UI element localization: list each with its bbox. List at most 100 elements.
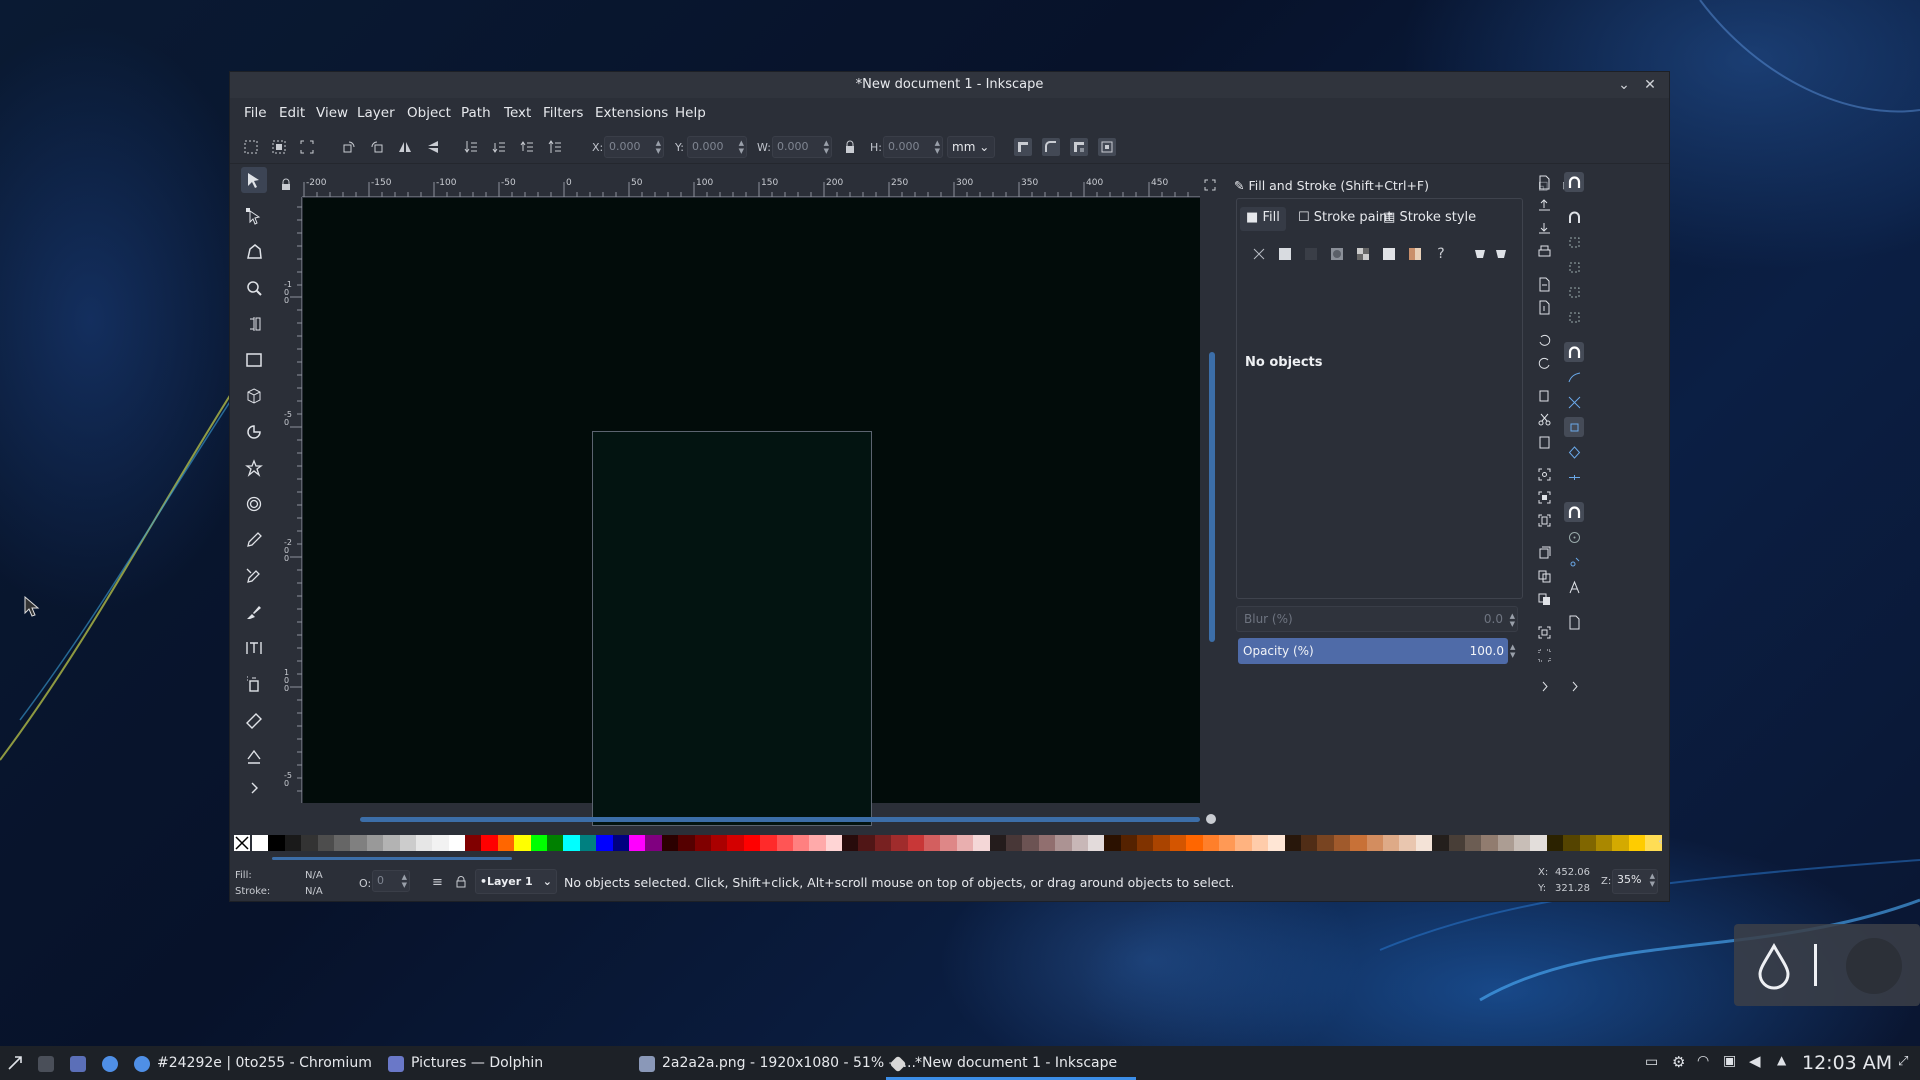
unit-select[interactable]: mm ⌄ [947, 136, 995, 158]
app-launcher-icon[interactable] [7, 1055, 23, 1071]
palette-swatch[interactable] [776, 835, 793, 851]
palette-swatch[interactable] [1579, 835, 1597, 851]
close-button[interactable]: ✕ [1639, 72, 1661, 98]
move-gradients-icon[interactable] [1070, 138, 1088, 156]
show-desktop-icon[interactable]: ⤢ [1898, 1054, 1908, 1069]
measure-tool[interactable] [241, 311, 267, 337]
unset-paint-icon[interactable]: ? [1432, 245, 1450, 263]
palette-swatch[interactable] [1251, 835, 1269, 851]
scrollbar-corner-handle[interactable] [1206, 814, 1216, 824]
widget-circle[interactable] [1846, 938, 1902, 994]
zoom-tool[interactable] [241, 275, 267, 301]
select-all-icon[interactable] [242, 138, 260, 156]
palette-swatch[interactable] [1596, 835, 1613, 851]
snap-bbox-edges-icon[interactable] [1564, 232, 1584, 252]
move-patterns-icon[interactable] [1098, 138, 1116, 156]
palette-swatch[interactable] [1317, 835, 1334, 851]
paste-icon[interactable] [1534, 432, 1554, 452]
palette-swatch[interactable] [1350, 835, 1367, 851]
palette-swatch[interactable] [1366, 835, 1383, 851]
fill-rule-evenodd-icon[interactable] [1471, 245, 1489, 263]
snap-cusp-nodes-icon[interactable] [1564, 417, 1584, 437]
palette-swatch[interactable] [1464, 835, 1482, 851]
palette-swatch[interactable] [350, 835, 367, 851]
menu-filters[interactable]: Filters [543, 105, 583, 121]
snap-bbox-corners-icon[interactable] [1564, 257, 1584, 277]
vertical-scrollbar[interactable] [1209, 352, 1215, 642]
horizontal-scrollbar[interactable] [360, 817, 1200, 822]
palette-swatch[interactable] [1087, 835, 1105, 851]
undo-icon[interactable] [1534, 330, 1554, 350]
x-field[interactable]: 0.000 ▲ ▼ [604, 136, 664, 158]
guide-lock-icon[interactable] [280, 178, 292, 192]
palette-swatch[interactable] [989, 835, 1006, 851]
palette-swatch[interactable] [645, 835, 662, 851]
palette-swatch[interactable] [907, 835, 925, 851]
snap-nodes-magnet-icon[interactable] [1564, 342, 1584, 362]
swatch-icon[interactable] [1406, 245, 1424, 263]
palette-swatch[interactable] [1038, 835, 1056, 851]
tray-expand-icon[interactable]: ▲ [1777, 1053, 1786, 1067]
palette-swatch[interactable] [792, 835, 810, 851]
palette-swatch[interactable] [579, 835, 597, 851]
raise-icon[interactable] [518, 138, 536, 156]
snap-text-baseline-icon[interactable] [1564, 577, 1584, 597]
text-tool[interactable] [241, 635, 267, 661]
snap-smooth-nodes-icon[interactable] [1564, 442, 1584, 462]
more-commands-chevron-icon[interactable] [1534, 676, 1554, 696]
menu-text[interactable]: Text [504, 105, 531, 121]
blur-field[interactable]: Blur (%) 0.0 ▲ ▼ [1236, 606, 1518, 632]
menu-path[interactable]: Path [461, 105, 491, 121]
palette-swatch[interactable] [1415, 835, 1433, 851]
raise-to-top-icon[interactable] [546, 138, 564, 156]
menu-edit[interactable]: Edit [279, 105, 305, 121]
palette-swatch[interactable] [1497, 835, 1515, 851]
palette-swatch[interactable] [1235, 835, 1252, 851]
new-document-icon[interactable] [1534, 172, 1554, 192]
task-chromium[interactable]: #24292e | 0to255 - Chromium [157, 1046, 372, 1080]
redo-icon[interactable] [1534, 353, 1554, 373]
snap-bbox-magnet-icon[interactable] [1564, 207, 1584, 227]
selector-tool[interactable] [241, 167, 267, 193]
zoom-drawing-icon[interactable] [1534, 487, 1554, 507]
pen-tool[interactable] [241, 563, 267, 589]
flip-horizontal-icon[interactable] [396, 138, 414, 156]
palette-swatch[interactable] [1153, 835, 1170, 851]
clipboard-icon[interactable]: ▣ [1723, 1053, 1736, 1069]
lower-icon[interactable] [490, 138, 508, 156]
layer-select[interactable]: •Layer 1 ⌄ [475, 869, 557, 894]
bezier-shape-tool[interactable] [241, 239, 267, 265]
palette-swatch[interactable] [317, 835, 334, 851]
palette-swatch[interactable] [268, 835, 285, 851]
palette-swatch[interactable] [1268, 835, 1285, 851]
palette-swatch[interactable] [366, 835, 384, 851]
palette-scrollbar[interactable] [272, 857, 512, 860]
palette-swatch[interactable] [301, 835, 318, 851]
select-all-layers-icon[interactable] [270, 138, 288, 156]
snap-page-border-icon[interactable] [1564, 612, 1584, 632]
clock[interactable]: 12:03 AM [1802, 1046, 1892, 1080]
file-manager-icon[interactable] [70, 1056, 86, 1072]
palette-swatch[interactable] [530, 835, 548, 851]
palette-swatch[interactable] [891, 835, 908, 851]
linear-gradient-icon[interactable] [1302, 245, 1320, 263]
palette-swatch[interactable] [694, 835, 711, 851]
palette-swatch[interactable] [1071, 835, 1088, 851]
scale-stroke-icon[interactable] [1014, 138, 1032, 156]
layers-menu-icon[interactable]: ≡ [432, 875, 443, 890]
w-field[interactable]: 0.000 ▲ ▼ [772, 136, 832, 158]
palette-swatch[interactable] [727, 835, 744, 851]
palette-swatch[interactable] [1219, 835, 1236, 851]
palette-swatch[interactable] [1284, 835, 1301, 851]
opacity-slider[interactable]: Opacity (%) 100.0 [1238, 638, 1508, 664]
palette-swatch[interactable] [1563, 835, 1580, 851]
palette-swatch[interactable] [1448, 835, 1465, 851]
palette-swatch[interactable] [1104, 835, 1121, 851]
palette-swatch[interactable] [1022, 835, 1039, 851]
tab-stroke-style[interactable]: ▤ Stroke style [1377, 207, 1482, 231]
task-inkscape[interactable]: *New document 1 - Inkscape [915, 1046, 1117, 1080]
snap-intersections-icon[interactable] [1564, 392, 1584, 412]
palette-menu-icon[interactable]: ‹ [1658, 834, 1663, 848]
palette-swatch[interactable] [1481, 835, 1498, 851]
layer-lock-icon[interactable] [455, 876, 467, 888]
